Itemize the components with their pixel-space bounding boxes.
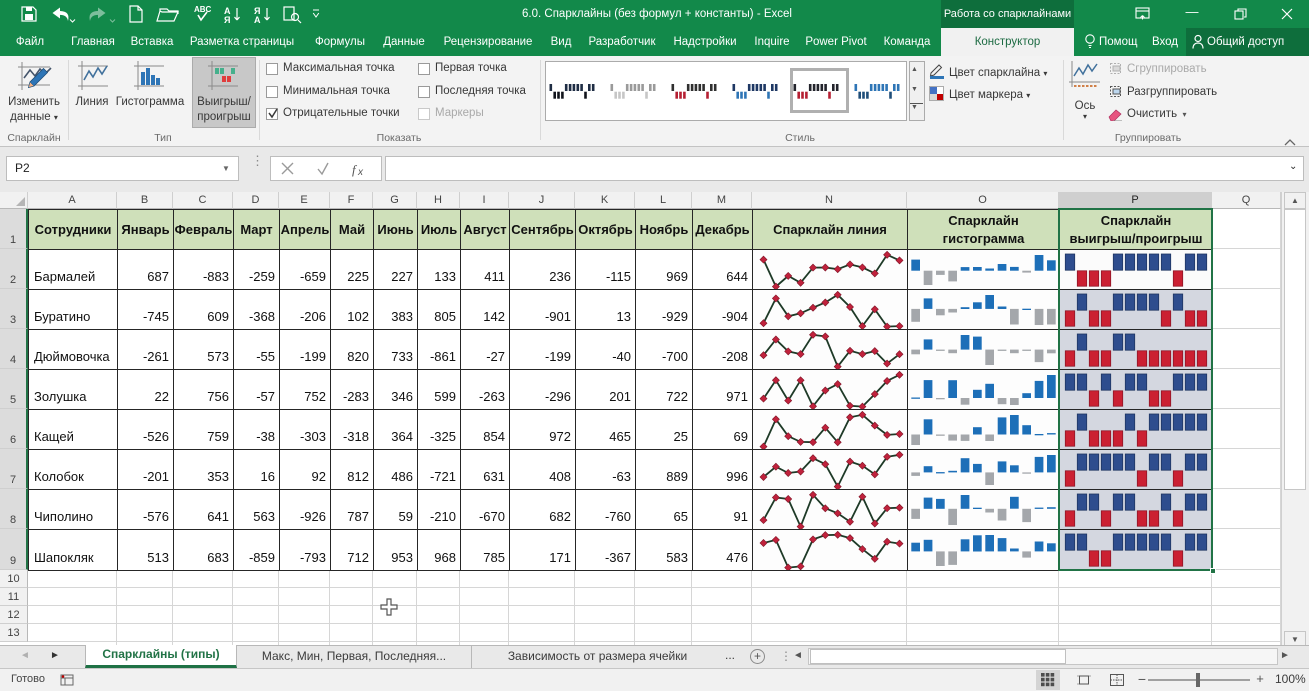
svg-text:x: x [357,167,364,177]
